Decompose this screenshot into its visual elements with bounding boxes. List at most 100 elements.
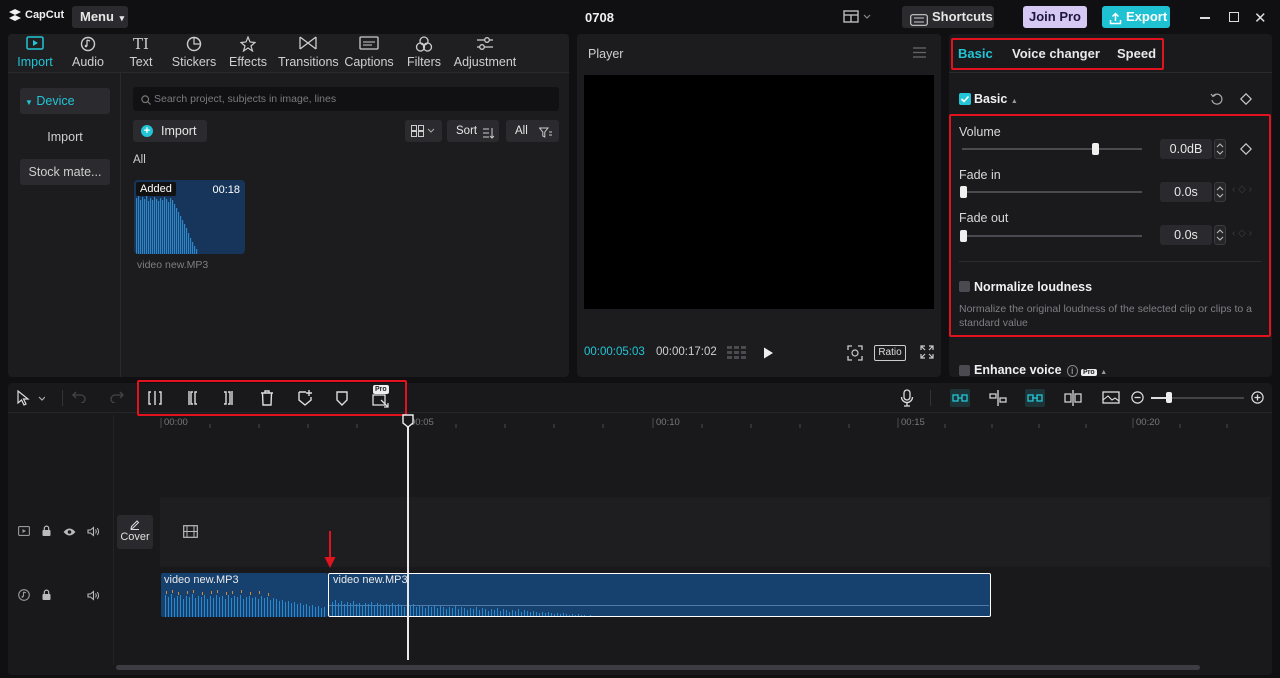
audio-icon bbox=[58, 36, 118, 52]
fullscreen-crop-icon[interactable] bbox=[847, 345, 863, 364]
select-cursor-icon[interactable] bbox=[17, 389, 46, 409]
keyboard-icon bbox=[910, 11, 928, 33]
audio-clip-1[interactable]: video new.MP3 bbox=[161, 573, 328, 617]
media-panel bbox=[8, 34, 569, 377]
import-icon bbox=[5, 36, 65, 52]
speaker-icon[interactable] bbox=[87, 589, 100, 604]
clip-duration: 00:18 bbox=[212, 184, 240, 196]
expand-icon[interactable] bbox=[920, 345, 934, 362]
tab-captions[interactable]: Captions bbox=[339, 36, 399, 69]
tab-stickers[interactable]: Stickers bbox=[164, 36, 224, 69]
caret-up-icon: ▲ bbox=[1010, 98, 1018, 105]
eye-icon[interactable] bbox=[63, 526, 76, 540]
playhead-handle[interactable] bbox=[402, 414, 414, 431]
player-menu-icon[interactable] bbox=[913, 47, 926, 61]
clip-name: video new.MP3 bbox=[333, 574, 408, 586]
tab-label: Audio bbox=[72, 55, 104, 69]
keyframe-icon[interactable] bbox=[1239, 92, 1253, 108]
ruler-label: 00:20 bbox=[1136, 417, 1160, 428]
tab-transitions[interactable]: Transitions bbox=[278, 36, 339, 69]
clip-name: video new.MP3 bbox=[164, 574, 239, 586]
preview-axis-icon[interactable] bbox=[1063, 389, 1083, 410]
tab-audio[interactable]: Audio bbox=[58, 36, 118, 69]
tab-adjustment[interactable]: Adjustment bbox=[450, 36, 520, 69]
lock-icon[interactable] bbox=[41, 525, 52, 540]
section-heading-all: All bbox=[133, 154, 146, 166]
maximize-icon[interactable] bbox=[1229, 12, 1239, 22]
zoom-out-icon[interactable] bbox=[1131, 391, 1144, 407]
sidebar-item-label: Stock mate... bbox=[28, 165, 102, 179]
timeline-grid-icon[interactable] bbox=[727, 346, 747, 363]
time-ruler[interactable]: 00:00 00:05 00:10 00:15 00:20 bbox=[160, 414, 1270, 432]
section-label: Basic bbox=[974, 92, 1008, 106]
main-track-magnet-icon[interactable] bbox=[950, 389, 970, 407]
view-toggle-button[interactable] bbox=[405, 120, 442, 142]
annotation-arrow-icon bbox=[323, 531, 337, 572]
adjustment-icon bbox=[450, 36, 520, 52]
tab-filters[interactable]: Filters bbox=[394, 36, 454, 69]
basic-section-title: Basic ▲ bbox=[974, 92, 1018, 106]
tab-label: Adjustment bbox=[453, 55, 517, 69]
ratio-button[interactable]: Ratio bbox=[874, 345, 906, 361]
timeline-scrollbar[interactable] bbox=[116, 665, 1200, 670]
video-preview[interactable] bbox=[584, 75, 934, 309]
total-time: 00:00:17:02 bbox=[656, 346, 717, 358]
thumbnail-view-icon[interactable] bbox=[1101, 389, 1121, 410]
tab-label: Effects bbox=[229, 55, 267, 69]
tab-effects[interactable]: Effects bbox=[218, 36, 278, 69]
layout-icon[interactable] bbox=[843, 10, 871, 27]
media-clip-thumbnail[interactable]: Added 00:18 bbox=[134, 180, 245, 254]
caret-down-icon: ▼ bbox=[25, 98, 33, 107]
import-button[interactable]: + Import bbox=[133, 120, 207, 142]
audio-clip-2-selected[interactable]: video new.MP3 bbox=[328, 573, 991, 617]
video-track-icon bbox=[18, 525, 30, 540]
cover-label: Cover bbox=[120, 531, 150, 543]
sort-icon bbox=[482, 125, 495, 147]
minimize-icon[interactable] bbox=[1200, 17, 1210, 19]
zoom-in-icon[interactable] bbox=[1251, 391, 1264, 407]
linkage-icon[interactable] bbox=[1025, 389, 1045, 407]
auto-snap-icon[interactable] bbox=[988, 389, 1008, 410]
undo-icon[interactable] bbox=[72, 391, 86, 406]
cover-button[interactable]: Cover bbox=[117, 515, 153, 549]
close-icon[interactable]: ✕ bbox=[1254, 9, 1267, 27]
join-pro-button[interactable]: Join Pro bbox=[1023, 6, 1087, 28]
left-nav bbox=[8, 73, 121, 377]
filter-label: All bbox=[515, 125, 528, 137]
media-clip-name: video new.MP3 bbox=[137, 259, 209, 271]
reset-icon[interactable] bbox=[1210, 92, 1224, 109]
zoom-slider-knob[interactable] bbox=[1166, 392, 1172, 403]
sort-label: Sort bbox=[456, 125, 478, 137]
tab-text[interactable]: TI Text bbox=[111, 36, 171, 69]
current-time: 00:00:05:03 bbox=[584, 346, 645, 358]
playhead-line[interactable] bbox=[407, 420, 409, 660]
sidebar-item-device[interactable]: ▼ Device bbox=[20, 88, 110, 114]
join-pro-label: Join Pro bbox=[1028, 9, 1081, 24]
redo-icon[interactable] bbox=[110, 391, 124, 406]
search-icon bbox=[141, 94, 151, 108]
filter-button[interactable]: All bbox=[506, 120, 559, 142]
tab-label: Text bbox=[129, 55, 153, 69]
lock-icon[interactable] bbox=[41, 589, 52, 604]
tab-import[interactable]: Import bbox=[5, 36, 65, 69]
export-button[interactable]: Export bbox=[1102, 6, 1170, 28]
highlight-tabs bbox=[951, 38, 1164, 70]
play-icon[interactable] bbox=[763, 347, 774, 362]
divider bbox=[930, 390, 931, 406]
speaker-icon[interactable] bbox=[87, 525, 100, 540]
shortcuts-button[interactable]: Shortcuts bbox=[902, 6, 994, 28]
transitions-icon bbox=[278, 36, 338, 52]
enhance-label-text: Enhance voice bbox=[974, 363, 1062, 377]
basic-section-checkbox[interactable] bbox=[959, 93, 971, 105]
sidebar-item-import[interactable]: Import bbox=[20, 124, 110, 150]
search-input[interactable]: Search project, subjects in image, lines bbox=[133, 87, 559, 111]
enhance-checkbox[interactable] bbox=[959, 365, 970, 376]
menu-button[interactable]: Menu ▾ bbox=[72, 6, 128, 28]
microphone-icon[interactable] bbox=[900, 389, 914, 410]
sort-button[interactable]: Sort bbox=[447, 120, 499, 142]
app-logo: CapCut bbox=[8, 9, 64, 21]
player-title: Player bbox=[588, 47, 624, 61]
waveform bbox=[332, 600, 591, 616]
sidebar-item-stock[interactable]: Stock mate... bbox=[20, 159, 110, 185]
ruler-label: 00:10 bbox=[656, 417, 680, 428]
